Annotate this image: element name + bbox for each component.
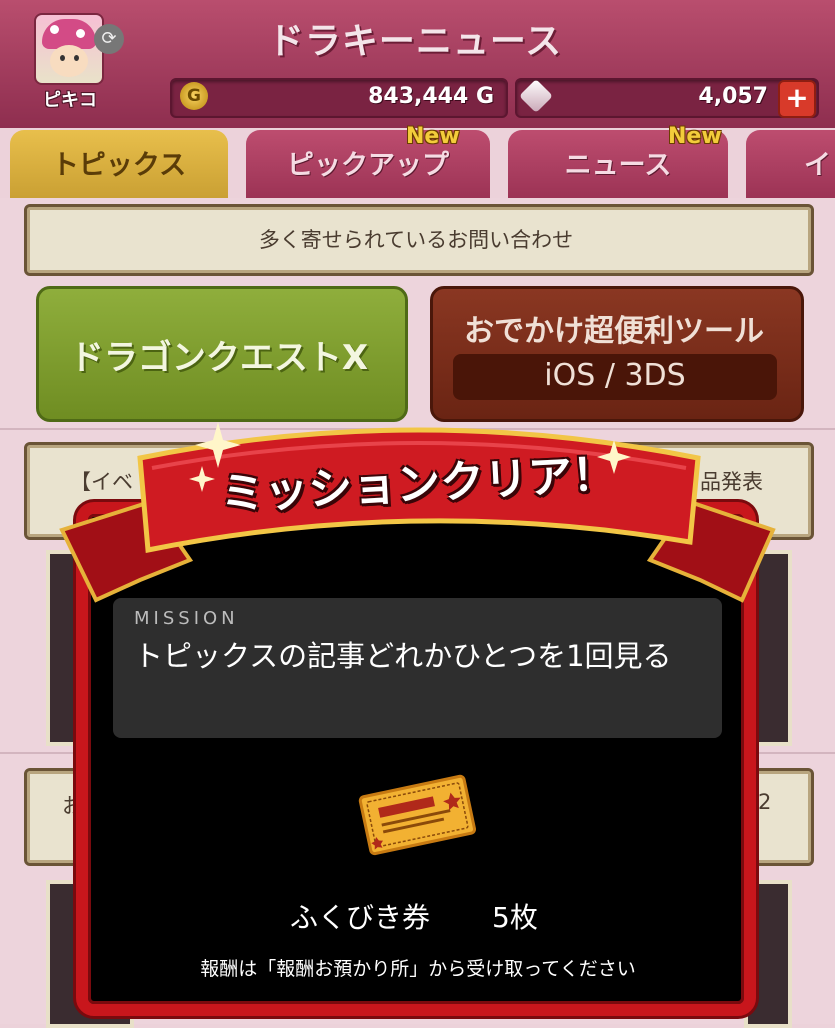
lottery-ticket-icon xyxy=(358,774,476,856)
avatar-eye xyxy=(74,55,79,61)
page-title: ドラキーニュース xyxy=(267,21,563,62)
new-badge: New xyxy=(668,124,722,149)
new-badge: New xyxy=(406,124,460,149)
tab-topics[interactable]: トピックス xyxy=(10,130,228,198)
player-avatar[interactable] xyxy=(34,13,104,85)
hat-spot xyxy=(50,25,59,34)
tools-title: おでかけ超便利ツール xyxy=(464,314,764,349)
tab-events[interactable]: イ xyxy=(746,130,835,198)
refresh-icon[interactable]: ⟳ xyxy=(94,24,124,54)
tools-platform-label: iOS / 3DS xyxy=(544,358,686,393)
hat-spot xyxy=(76,29,85,38)
avatar-eye xyxy=(60,55,65,61)
mission-label: MISSION xyxy=(134,608,239,629)
inquiries-label: 多く寄せられているお問い合わせ xyxy=(258,228,574,252)
article-banner-text-right: 2 xyxy=(758,790,772,814)
gold-coin-icon: G xyxy=(180,82,208,110)
avatar-face xyxy=(50,45,88,77)
reward-note: 報酬は「報酬お預かり所」から受け取ってください xyxy=(200,958,636,980)
player-name: ピキコ xyxy=(43,90,97,111)
gold-value: 843,444 G xyxy=(368,84,494,109)
reward-name: ふくびき券 xyxy=(290,901,431,934)
reward-count: 5枚 xyxy=(492,901,538,934)
add-gems-button[interactable]: + xyxy=(778,80,816,118)
dqx-label: ドラゴンクエストX xyxy=(69,338,369,378)
mission-description: トピックスの記事どれかひとつを1回見る xyxy=(134,639,672,673)
gem-value: 4,057 xyxy=(698,84,768,109)
